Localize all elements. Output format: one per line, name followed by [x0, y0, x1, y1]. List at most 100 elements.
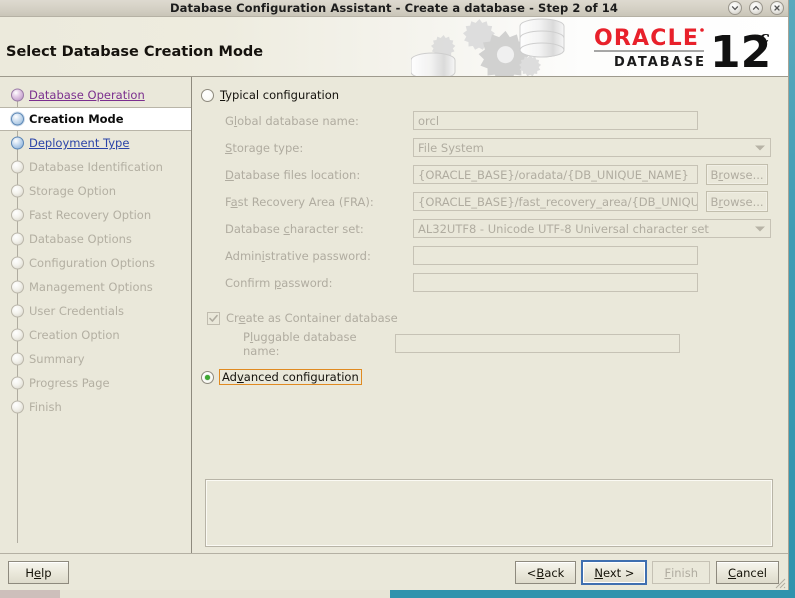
sidebar-item-storage-option: Storage Option	[0, 179, 191, 203]
step-bullet-icon	[11, 136, 24, 150]
field-row-obal-database-name: Global database name: orcl	[225, 109, 778, 132]
field-input-st-recovery-area-fra[interactable]: {ORACLE_BASE}/fast_recovery_area/{DB_UNI…	[413, 192, 698, 211]
step-bullet-icon	[11, 256, 24, 270]
step-bullet-icon	[11, 376, 24, 390]
step-list: Database Operation Creation Mode Deploymen…	[0, 83, 191, 419]
sidebar-item-label: User Credentials	[29, 304, 125, 318]
step-bullet-icon	[11, 352, 24, 366]
field-row-assword: Confirm password:	[225, 271, 778, 294]
help-button[interactable]: He lp	[8, 561, 69, 584]
page-banner: Select Database Creation Mode ORACLE DAT…	[0, 17, 788, 77]
step-bullet-icon	[11, 232, 24, 246]
back-button[interactable]: < Back	[514, 561, 577, 584]
version-suffix: c	[759, 28, 770, 48]
chevron-down-icon	[755, 145, 765, 150]
sidebar-item-user-credentials: User Credentials	[0, 299, 191, 323]
sidebar-item-database-operation[interactable]: Database Operation	[0, 83, 191, 107]
sidebar-item-label: Database Options	[29, 232, 132, 246]
sidebar-item-label: Progress Page	[29, 376, 110, 390]
typical-configuration-radio[interactable]	[201, 88, 214, 102]
advanced-configuration-radio[interactable]	[201, 370, 214, 384]
sidebar-item-label: Configuration Options	[29, 256, 156, 270]
close-button[interactable]	[770, 1, 784, 15]
wizard-nav-buttons: < Back Next > Finish Cancel	[514, 561, 779, 584]
sidebar-item-label: Creation Mode	[29, 112, 124, 126]
cancel-button[interactable]: Cancel	[716, 561, 779, 584]
minimize-button[interactable]	[728, 1, 742, 15]
sidebar-item-label: Management Options	[29, 280, 153, 294]
field-label-obal-database-name: Global database name:	[225, 113, 359, 128]
oracle-wordmark: ORACLE	[594, 26, 699, 51]
browse-button-st-recovery-area-fra[interactable]: Br owse...	[706, 191, 768, 212]
pluggable-database-name-label: Pluggable database name:	[243, 329, 357, 358]
step-bullet-icon	[11, 112, 24, 126]
window-body: Database Operation Creation Mode Deploymen…	[0, 77, 788, 553]
field-label-st-recovery-area-fra: Fast Recovery Area (FRA):	[225, 194, 374, 209]
field-label-atabase-files-location: Database files location:	[225, 167, 361, 182]
create-container-database-checkbox[interactable]	[207, 311, 220, 325]
typical-configuration-fields: Global database name: orcl Storage type: Fi…	[201, 109, 778, 298]
sidebar-item-label: Database Identification	[29, 160, 163, 174]
step-bullet-icon	[11, 208, 24, 222]
step-bullet-icon	[11, 88, 24, 102]
sidebar-item-database-options: Database Options	[0, 227, 191, 251]
field-label-assword: Confirm password:	[225, 275, 333, 290]
field-row-st-recovery-area-fra: Fast Recovery Area (FRA): {ORACLE_BASE}/f…	[225, 190, 778, 213]
sidebar-item-fast-recovery-option: Fast Recovery Option	[0, 203, 191, 227]
field-input-assword[interactable]	[413, 273, 698, 292]
wizard-steps-sidebar: Database Operation Creation Mode Deploymen…	[0, 77, 192, 553]
sidebar-item-finish: Finish	[0, 395, 191, 419]
field-combo-haracter-set[interactable]: AL32UTF8 - Unicode UTF-8 Universal chara…	[413, 219, 771, 238]
sidebar-item-label: Database Operation	[29, 88, 145, 102]
step-bullet-icon	[11, 280, 24, 294]
wizard-footer: He lp < Back Next > Finish Cancel	[0, 553, 788, 591]
main-content: Typical configuration Global database na…	[192, 77, 788, 553]
browse-button-atabase-files-location[interactable]: Br owse...	[706, 164, 768, 185]
sidebar-item-label: Finish	[29, 400, 62, 414]
gears-database-watermark	[411, 18, 565, 76]
checkmark-icon	[209, 314, 218, 322]
sidebar-item-creation-option: Creation Option	[0, 323, 191, 347]
field-row-torage-type: Storage type: File System	[225, 136, 778, 159]
field-row-atabase-files-location: Database files location: {ORACLE_BASE}/or…	[225, 163, 778, 186]
finish-button: Finish	[652, 561, 711, 584]
desktop-taskbar-strip	[0, 590, 795, 598]
taskbar-left-segment	[0, 590, 60, 598]
pluggable-database-name-input[interactable]	[395, 334, 680, 353]
field-input-strative-password[interactable]	[413, 246, 698, 265]
next-button[interactable]: Next >	[582, 561, 647, 584]
chevron-down-icon	[755, 226, 765, 231]
database-wordmark: DATABASE	[614, 55, 706, 70]
sidebar-item-creation-mode[interactable]: Creation Mode	[0, 107, 191, 131]
field-input-atabase-files-location[interactable]: {ORACLE_BASE}/oradata/{DB_UNIQUE_NAME}	[413, 165, 698, 184]
create-container-database-label: Create as Container database	[226, 311, 398, 325]
sidebar-item-label: Summary	[29, 352, 85, 366]
field-label-haracter-set: Database character set:	[225, 221, 364, 236]
step-bullet-icon	[11, 184, 24, 198]
taskbar-mid-segment	[60, 590, 390, 598]
advanced-configuration-label: Advanced configuration	[219, 369, 362, 385]
field-label-torage-type: Storage type:	[225, 140, 304, 155]
create-container-database-option[interactable]: Create as Container database	[207, 308, 778, 328]
sidebar-item-deployment-type[interactable]: Deployment Type	[0, 131, 191, 155]
maximize-button[interactable]	[749, 1, 763, 15]
sidebar-item-database-identification: Database Identification	[0, 155, 191, 179]
typical-configuration-option[interactable]: Typical configuration	[201, 85, 778, 105]
screen-root: Database Configuration Assistant - Creat…	[0, 0, 795, 598]
pluggable-database-name-row: Pluggable database name:	[225, 329, 778, 358]
field-combo-torage-type[interactable]: File System	[413, 138, 771, 157]
window-controls	[728, 1, 784, 15]
sidebar-item-management-options: Management Options	[0, 275, 191, 299]
dbca-window: Database Configuration Assistant - Creat…	[0, 0, 789, 592]
field-input-obal-database-name[interactable]: orcl	[413, 111, 698, 130]
sidebar-item-configuration-options: Configuration Options	[0, 251, 191, 275]
typical-configuration-label: Typical configuration	[220, 88, 340, 102]
step-bullet-icon	[11, 304, 24, 318]
field-label-strative-password: Administrative password:	[225, 248, 371, 263]
sidebar-item-summary: Summary	[0, 347, 191, 371]
advanced-configuration-option[interactable]: Advanced configuration	[201, 367, 778, 387]
resize-grip-icon[interactable]	[775, 578, 786, 589]
desktop-right-strip	[789, 0, 795, 598]
sidebar-item-label: Deployment Type	[29, 136, 130, 150]
window-title: Database Configuration Assistant - Creat…	[170, 1, 618, 15]
